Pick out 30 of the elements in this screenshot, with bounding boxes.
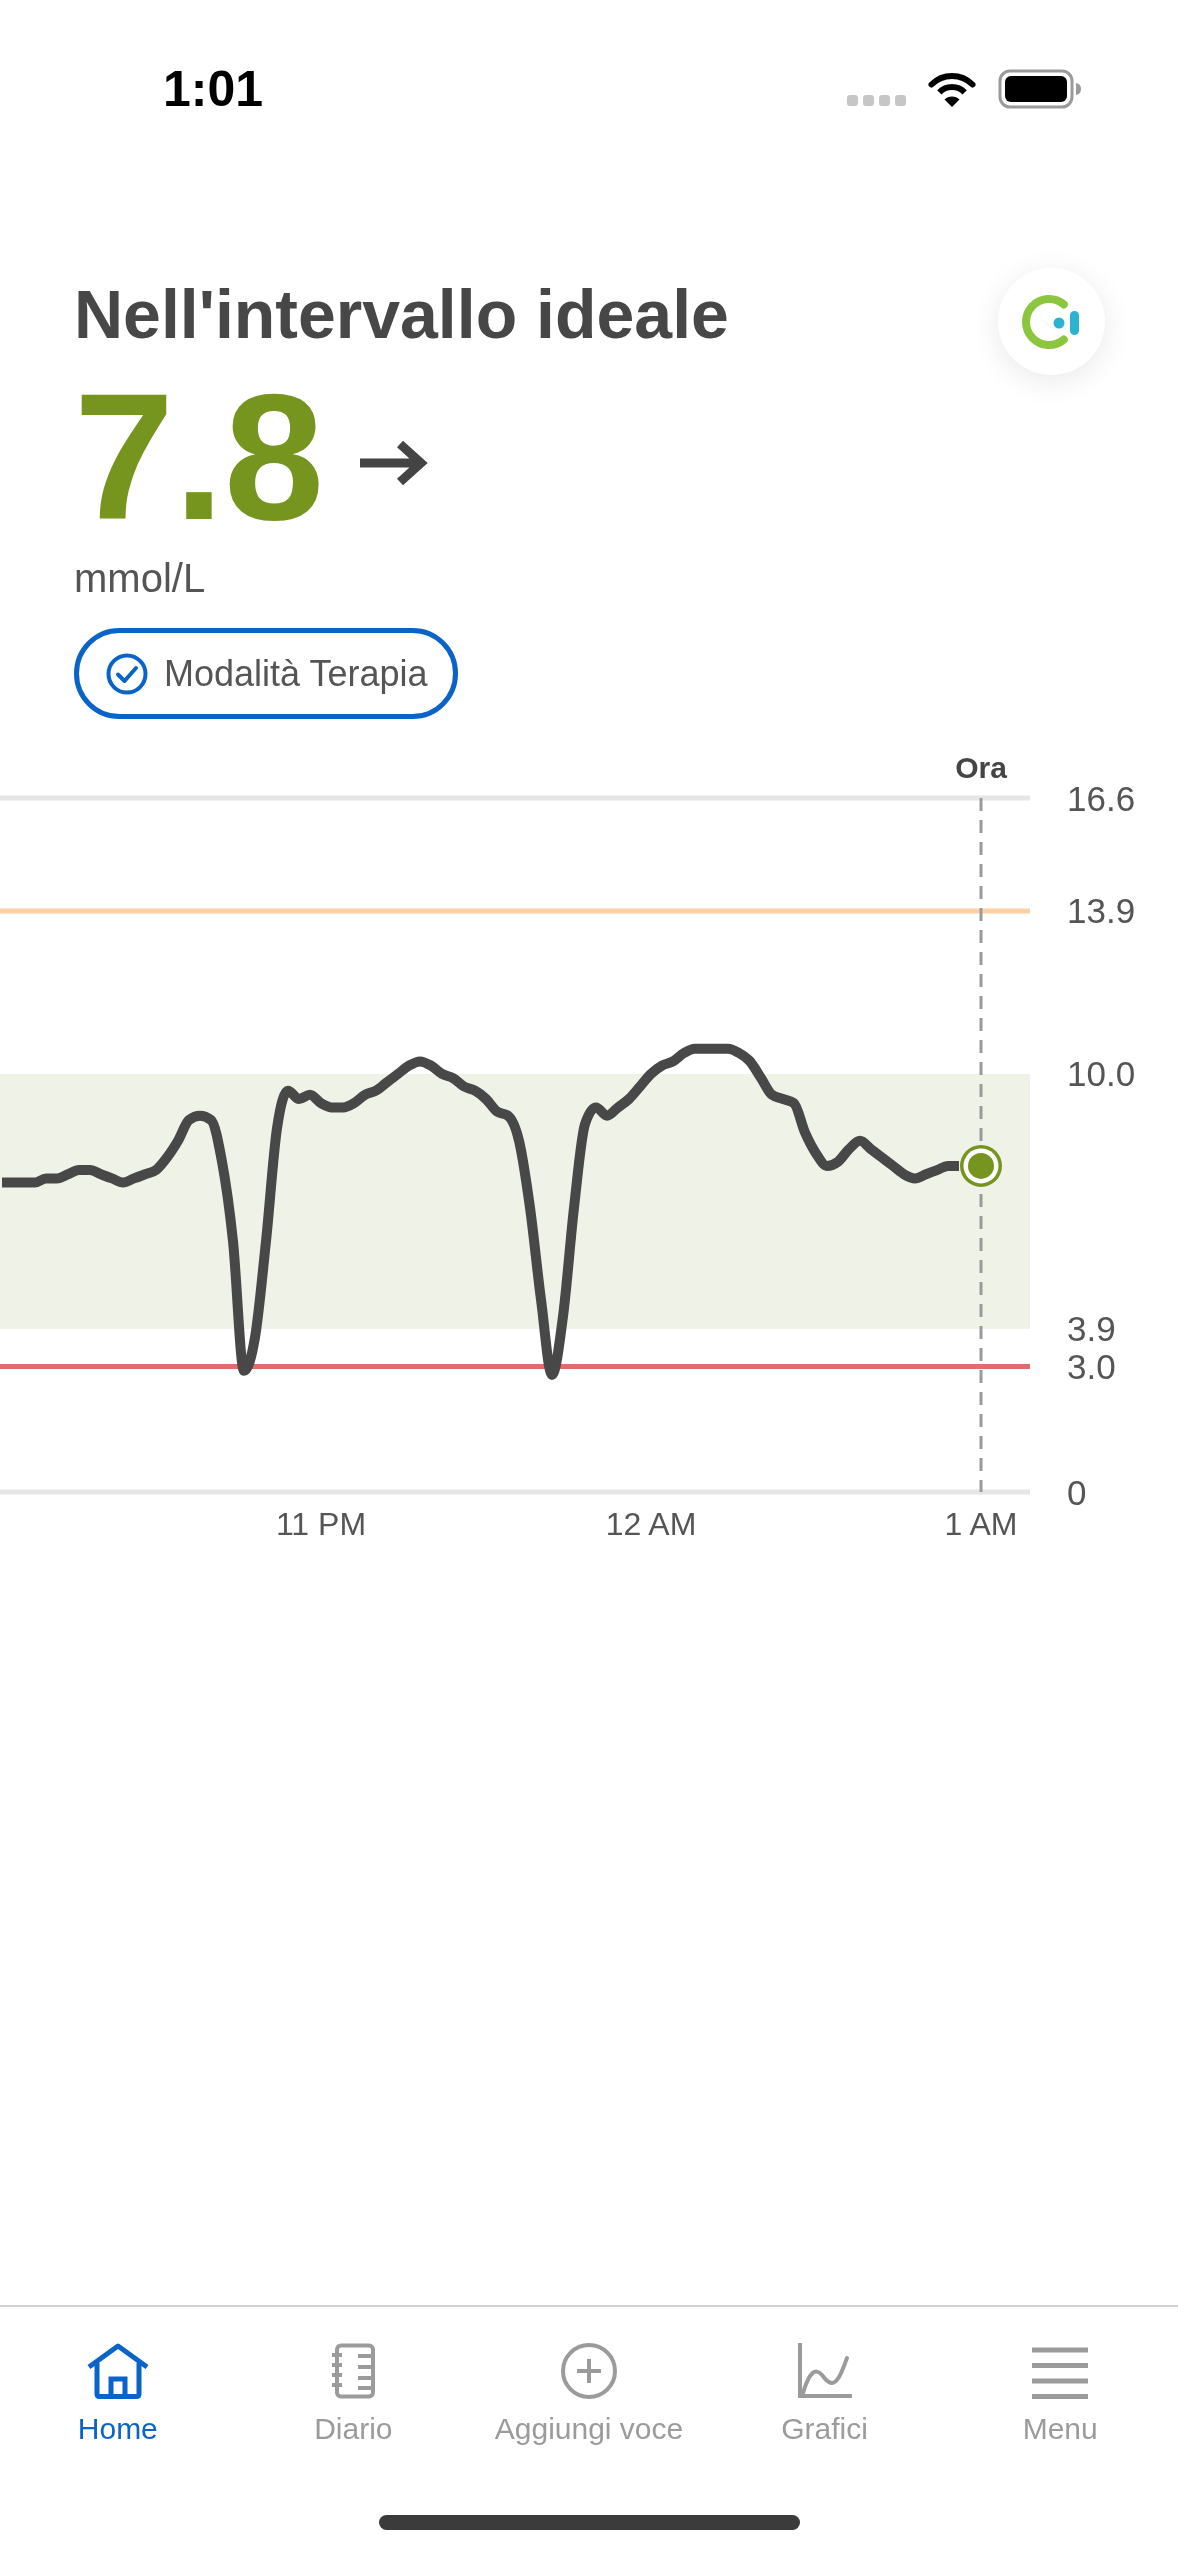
wifi-icon (926, 70, 978, 108)
battery-icon (998, 69, 1082, 109)
home-icon (85, 2343, 150, 2399)
tab-bar-item[interactable]: Aggiungi voce (471, 2343, 707, 2444)
tab-bar-item[interactable]: Diario (235, 2343, 472, 2444)
check-circle-icon (106, 652, 148, 695)
status-time: 1:01 (163, 64, 264, 114)
tab-bar-item[interactable]: Grafici (706, 2343, 943, 2444)
glucose-reading: 7.8 (74, 367, 325, 547)
tab-bar-item[interactable]: Menu (942, 2343, 1178, 2444)
therapy-mode-chip[interactable]: Modalità Terapia (74, 628, 458, 719)
y-axis-label: 10.0 (1067, 1054, 1136, 1094)
line-chart-icon (796, 2343, 853, 2399)
range-status-title: Nell'intervallo ideale (74, 280, 729, 348)
notebook-icon (330, 2343, 377, 2399)
plus-circle-icon (561, 2343, 617, 2399)
y-axis-label: 13.9 (1067, 891, 1136, 931)
y-axis-label: 16.6 (1067, 778, 1136, 818)
x-axis-label: 12 AM (605, 1506, 697, 1542)
current-reading-marker (960, 1144, 1002, 1187)
signal-icon (847, 94, 906, 106)
menu-icon (1032, 2347, 1089, 2399)
y-axis-label: 3.0 (1067, 1347, 1116, 1387)
tab-bar-item[interactable]: Home (0, 2343, 236, 2444)
now-label: Ora (955, 751, 1007, 784)
y-axis-label: 0 (1067, 1472, 1087, 1512)
y-axis-label: 3.9 (1067, 1309, 1116, 1349)
x-axis-label: 1 AM (944, 1506, 1018, 1542)
unit-label: mmol/L (74, 558, 206, 598)
x-axis-label: 11 PM (275, 1506, 367, 1542)
